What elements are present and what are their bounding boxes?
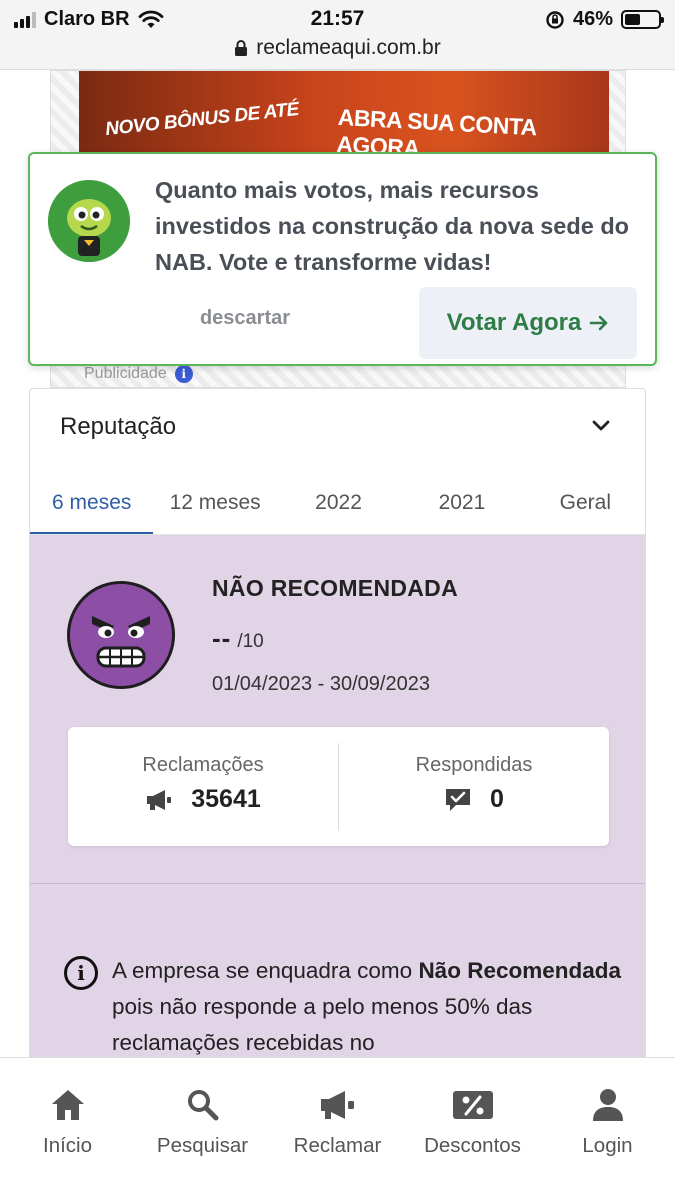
search-icon bbox=[187, 1090, 218, 1121]
score-value: -- bbox=[212, 623, 232, 653]
score-max: /10 bbox=[237, 631, 264, 652]
nav-descontos[interactable]: Descontos bbox=[405, 1058, 540, 1200]
tab-2021[interactable]: 2021 bbox=[400, 477, 523, 534]
reputation-score: -- /10 bbox=[212, 623, 264, 654]
arrow-right-icon bbox=[590, 315, 608, 331]
info-icon[interactable]: i bbox=[174, 365, 193, 383]
url-text: reclameaqui.com.br bbox=[256, 36, 441, 59]
explanation-prefix: A empresa se enquadra como bbox=[112, 958, 419, 983]
nav-inicio[interactable]: Início bbox=[0, 1058, 135, 1200]
reputation-status: NÃO RECOMENDADA bbox=[212, 575, 458, 601]
ad-text-right: ABRA SUA CONTA AGORA bbox=[335, 103, 537, 153]
nav-reclamar[interactable]: Reclamar bbox=[270, 1058, 405, 1200]
explanation-suffix: pois não responde a pelo menos 50% das r… bbox=[112, 994, 533, 1055]
complaints-value: 35641 bbox=[191, 785, 261, 813]
stats-box: Reclamações 35641 Respondidas 0 bbox=[68, 727, 609, 846]
user-icon bbox=[592, 1089, 623, 1121]
reputation-body: NÃO RECOMENDADA -- /10 01/04/2023 - 30/0… bbox=[30, 535, 645, 1067]
discount-icon bbox=[452, 1091, 493, 1119]
answered-value: 0 bbox=[490, 785, 504, 813]
vote-now-button[interactable]: Votar Agora bbox=[419, 287, 637, 359]
tab-6-meses[interactable]: 6 meses bbox=[30, 477, 154, 534]
tab-2022[interactable]: 2022 bbox=[277, 477, 400, 534]
chat-check-icon bbox=[446, 788, 471, 811]
stat-answered: Respondidas 0 bbox=[338, 743, 609, 830]
vote-popup: Quanto mais votos, mais recursos investi… bbox=[28, 152, 657, 366]
nav-descontos-label: Descontos bbox=[424, 1134, 521, 1157]
nav-login-label: Login bbox=[582, 1134, 633, 1157]
lock-icon bbox=[235, 40, 248, 56]
nav-inicio-label: Início bbox=[43, 1134, 92, 1157]
reputation-explanation: A empresa se enquadra como Não Recomenda… bbox=[112, 953, 622, 1061]
reputation-card: Reputação 6 meses 12 meses 2022 2021 Ger… bbox=[29, 388, 646, 1068]
angry-face-icon bbox=[67, 581, 175, 689]
answered-label: Respondidas bbox=[415, 754, 533, 776]
period-range: 01/04/2023 - 30/09/2023 bbox=[212, 673, 430, 695]
vote-now-label: Votar Agora bbox=[446, 309, 582, 336]
home-icon bbox=[51, 1090, 84, 1120]
ad-text-left: NOVO BÔNUS DE ATÉ bbox=[104, 98, 300, 141]
stat-complaints: Reclamações 35641 bbox=[68, 727, 338, 846]
nav-pesquisar-label: Pesquisar bbox=[156, 1134, 249, 1157]
bottom-navigation: Início Pesquisar Reclamar Descontos Logi… bbox=[0, 1057, 675, 1200]
divider bbox=[30, 883, 645, 884]
status-bar: Claro BR 21:57 46% reclameaqui.com.br bbox=[0, 0, 675, 70]
tab-12-meses[interactable]: 12 meses bbox=[153, 477, 276, 534]
url-bar[interactable]: reclameaqui.com.br bbox=[0, 36, 675, 60]
tab-geral[interactable]: Geral bbox=[524, 477, 645, 534]
period-tabs: 6 meses 12 meses 2022 2021 Geral bbox=[30, 477, 645, 535]
battery-percent: 46% bbox=[572, 8, 613, 30]
megaphone-icon bbox=[320, 1091, 354, 1119]
rotation-lock-icon bbox=[546, 10, 564, 29]
battery-icon bbox=[621, 10, 664, 29]
nav-reclamar-label: Reclamar bbox=[293, 1134, 382, 1157]
info-circle-icon: i bbox=[64, 956, 98, 990]
status-right: 46% bbox=[545, 8, 664, 31]
complaints-label: Reclamações bbox=[142, 754, 264, 776]
nav-login[interactable]: Login bbox=[540, 1058, 675, 1200]
mascot-avatar bbox=[48, 180, 130, 262]
nav-pesquisar[interactable]: Pesquisar bbox=[135, 1058, 270, 1200]
ad-label-text: Publicidade bbox=[84, 365, 167, 382]
explanation-bold: Não Recomendada bbox=[418, 958, 621, 983]
chevron-down-icon[interactable] bbox=[591, 419, 611, 433]
megaphone-icon bbox=[147, 789, 172, 810]
ad-label: Publicidade i bbox=[84, 365, 193, 383]
ad-banner[interactable]: NOVO BÔNUS DE ATÉ ABRA SUA CONTA AGORA bbox=[79, 71, 609, 153]
reputation-title: Reputação bbox=[60, 413, 177, 440]
popup-message: Quanto mais votos, mais recursos investi… bbox=[155, 177, 630, 275]
dismiss-button[interactable]: descartar bbox=[180, 307, 310, 330]
